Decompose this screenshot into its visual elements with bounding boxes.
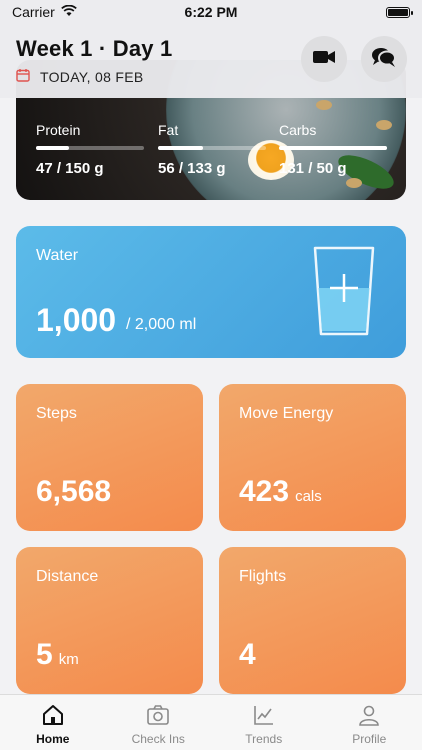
battery-icon (386, 6, 413, 18)
person-icon (357, 703, 381, 730)
carrier-text: Carrier (12, 4, 55, 20)
tab-trends[interactable]: Trends (211, 695, 317, 750)
macro-progress-bar (36, 146, 144, 150)
macro-progress-bar (158, 146, 266, 150)
tile-value: 5 km (36, 638, 79, 672)
tab-bar: Home Check Ins Trends Profile (0, 694, 422, 750)
status-bar: Carrier 6:22 PM (0, 0, 422, 24)
tile-label: Flights (239, 568, 287, 585)
macro-carbs: Carbs 131 / 50 g (279, 122, 387, 177)
tab-check-ins[interactable]: Check Ins (106, 695, 212, 750)
move-energy-value: 423 (239, 475, 290, 508)
calendar-icon (16, 68, 30, 85)
tile-value: 6,568 (36, 475, 117, 509)
macro-value: 47 / 150 g (36, 160, 104, 177)
tile-value: 423 cals (239, 475, 322, 509)
chat-bubbles-icon (371, 46, 397, 73)
wifi-icon (60, 4, 77, 20)
macro-fat: Fat 56 / 133 g (158, 122, 266, 177)
macro-progress-fill (36, 146, 70, 150)
flights-tile[interactable]: Flights 4 (219, 547, 406, 694)
macro-protein: Protein 47 / 150 g (36, 122, 144, 177)
water-label: Water (36, 247, 79, 264)
chart-icon (252, 703, 276, 730)
tab-home[interactable]: Home (0, 695, 106, 750)
tab-label: Home (36, 732, 70, 746)
add-water-button[interactable] (313, 246, 375, 343)
tile-value: 4 (239, 638, 262, 672)
video-call-button[interactable] (301, 36, 347, 82)
tab-label: Profile (352, 732, 387, 746)
camera-icon (146, 703, 170, 730)
water-goal: / 2,000 ml (126, 316, 197, 333)
page-title: Week 1 · Day 1 (16, 36, 173, 61)
macro-label: Protein (36, 122, 81, 138)
macro-label: Carbs (279, 122, 317, 138)
distance-unit: km (58, 651, 79, 668)
water-card[interactable]: Water 1,000 / 2,000 ml (16, 226, 406, 358)
video-camera-icon (312, 49, 336, 70)
macro-value: 56 / 133 g (158, 160, 226, 177)
home-icon (41, 703, 65, 730)
distance-tile[interactable]: Distance 5 km (16, 547, 203, 694)
tab-label: Check Ins (131, 732, 185, 746)
move-energy-unit: cals (295, 488, 322, 505)
flights-value: 4 (239, 638, 256, 671)
distance-value: 5 (36, 638, 53, 671)
steps-value: 6,568 (36, 475, 112, 508)
tile-label: Steps (36, 405, 77, 422)
date-text: TODAY, 08 FEB (40, 68, 144, 85)
macro-label: Fat (158, 122, 179, 138)
water-value: 1,000 (36, 302, 117, 338)
chat-button[interactable] (361, 36, 407, 82)
macro-progress-fill (279, 146, 387, 150)
macro-progress-bar (279, 146, 387, 150)
water-glass-plus-icon (313, 246, 375, 342)
tile-label: Distance (36, 568, 99, 585)
steps-tile[interactable]: Steps 6,568 (16, 384, 203, 531)
nut-decoration (316, 100, 332, 110)
macro-value: 131 / 50 g (279, 160, 347, 177)
move-energy-tile[interactable]: Move Energy 423 cals (219, 384, 406, 531)
tile-label: Move Energy (239, 405, 334, 422)
date-label: TODAY, 08 FEB (16, 68, 144, 85)
tab-label: Trends (245, 732, 283, 746)
macro-progress-fill (158, 146, 204, 150)
nut-decoration (346, 178, 362, 188)
carrier-group: Carrier (12, 4, 77, 20)
tab-profile[interactable]: Profile (317, 695, 422, 750)
